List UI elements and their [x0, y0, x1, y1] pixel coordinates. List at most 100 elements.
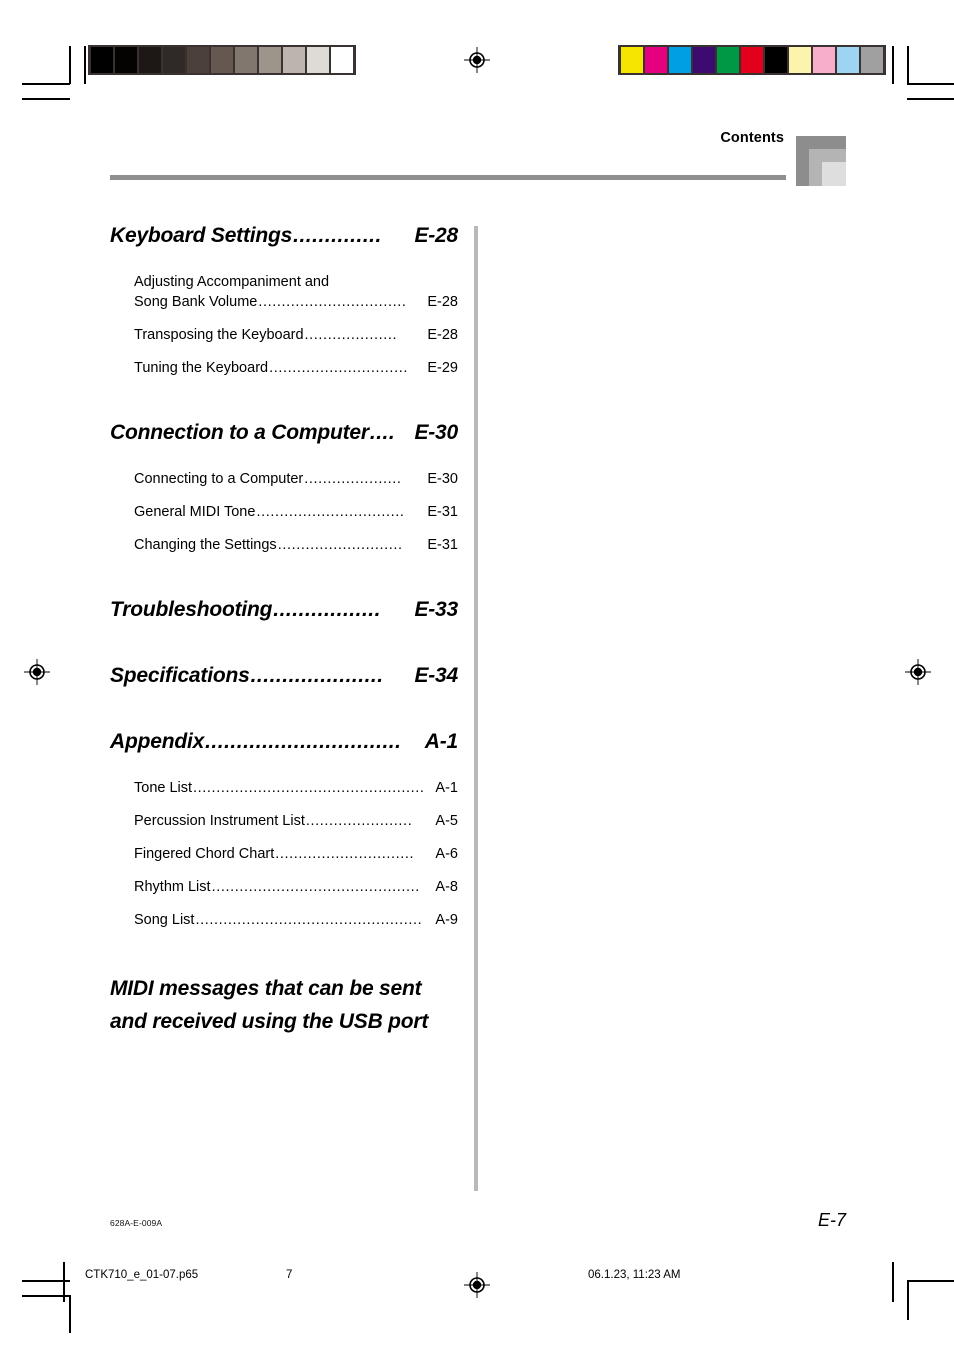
toc-section-leader: ................. [273, 598, 381, 621]
toc-item-4-1[interactable]: Percussion Instrument List .............… [110, 813, 458, 829]
logo-square-inner [822, 162, 846, 186]
toc-section-page: E-30 [414, 421, 458, 444]
toc-item-label-line1: Adjusting Accompaniment and [134, 274, 330, 290]
document-page: Contents Keyboard Settings..............… [0, 0, 954, 1351]
toc-item-1-1[interactable]: General MIDI Tone ......................… [110, 504, 458, 520]
toc-item-4-4[interactable]: Song List ..............................… [110, 912, 458, 928]
page-number-label: E-7 [817, 1210, 846, 1230]
color-swatch-4 [717, 47, 739, 73]
column-divider [474, 226, 478, 1191]
toc-section-label: Appendix [110, 730, 205, 753]
toc-item-1-0[interactable]: Connecting to a Computer ...............… [110, 471, 458, 487]
toc-item-leader: .............................. [275, 846, 415, 862]
toc-item-4-3[interactable]: Rhythm List ............................… [110, 879, 458, 895]
print-strip-timestamp: 06.1.23, 11:23 AM [588, 1269, 681, 1281]
toc-final-heading-line1: MIDI messages that can be sent [110, 977, 422, 1000]
grayscale-swatch-8 [283, 47, 305, 73]
toc-final-heading[interactable]: MIDI messages that can be sent and receiv… [110, 973, 458, 1038]
color-swatch-8 [813, 47, 835, 73]
section-items-spacer [110, 459, 458, 471]
toc-section-leader: ............................... [205, 730, 402, 753]
toc-item-0-0[interactable]: Song Bank Volume .......................… [110, 294, 458, 310]
toc-item-label: General MIDI Tone [134, 504, 256, 520]
color-swatch-5 [741, 47, 763, 73]
toc-item-1-2[interactable]: Changing the Settings ..................… [110, 537, 458, 553]
toc-section-label: Keyboard Settings [110, 224, 293, 247]
grayscale-swatch-0 [91, 47, 113, 73]
crop-mark-top-left-bleed-vertical [84, 46, 86, 84]
section-items-spacer [110, 768, 458, 780]
color-swatch-6 [765, 47, 787, 73]
toc-section-3[interactable]: Specifications..................... E-34 [110, 664, 458, 688]
table-of-contents: Keyboard Settings.............. E-28 Adjus… [110, 224, 458, 1038]
toc-section-page: A-1 [424, 730, 458, 753]
grayscale-swatch-9 [307, 47, 329, 73]
toc-item-label: Tuning the Keyboard [134, 360, 269, 376]
toc-item-page: E-30 [427, 471, 458, 487]
grayscale-swatch-5 [211, 47, 233, 73]
toc-item-page: E-28 [427, 327, 458, 343]
color-swatch-10 [861, 47, 883, 73]
page-title: Contents [720, 130, 784, 146]
toc-item-0-2[interactable]: Tuning the Keyboard ....................… [110, 360, 458, 376]
grayscale-swatch-3 [163, 47, 185, 73]
grayscale-swatch-4 [187, 47, 209, 73]
toc-section-0[interactable]: Keyboard Settings.............. E-28 [110, 224, 458, 248]
color-swatch-2 [669, 47, 691, 73]
color-swatch-7 [789, 47, 811, 73]
toc-section-page: E-33 [414, 598, 458, 621]
toc-section-4[interactable]: Appendix............................... A… [110, 730, 458, 754]
grayscale-swatch-10 [331, 47, 353, 73]
toc-item-label: Transposing the Keyboard [134, 327, 304, 343]
color-swatch-1 [645, 47, 667, 73]
toc-section-page: E-34 [414, 664, 458, 687]
toc-item-page: A-9 [435, 912, 458, 928]
toc-item-page: E-31 [427, 504, 458, 520]
grayscale-swatch-1 [115, 47, 137, 73]
crop-mark-top-right-bleed [907, 98, 954, 100]
toc-item-label: Changing the Settings [134, 537, 277, 553]
registration-mark-right-center [905, 659, 931, 685]
color-swatch-0 [621, 47, 643, 73]
crop-mark-bottom-left-vertical [69, 1295, 71, 1333]
toc-item-page: A-1 [435, 780, 458, 796]
final-heading-spacer [110, 945, 458, 973]
registration-mark-top-center [464, 47, 490, 73]
toc-section-1[interactable]: Connection to a Computer.... E-30 [110, 421, 458, 445]
toc-item-4-2[interactable]: Fingered Chord Chart ...................… [110, 846, 458, 862]
grayscale-swatch-7 [259, 47, 281, 73]
toc-item-label: Song List [134, 912, 195, 928]
crop-mark-top-right-vertical [907, 46, 909, 84]
toc-section-leader: ..................... [250, 664, 384, 687]
toc-item-4-0[interactable]: Tone List ..............................… [110, 780, 458, 796]
document-code: 628A-E-009A [110, 1218, 163, 1228]
color-calibration-bar [618, 45, 886, 75]
toc-item-0-1[interactable]: Transposing the Keyboard ...............… [110, 327, 458, 343]
toc-item-leader: ....................... [305, 813, 413, 829]
crop-mark-top-left-horizontal [22, 83, 70, 85]
header-divider [110, 175, 786, 180]
registration-mark-bottom-center [464, 1272, 490, 1298]
crop-mark-bottom-right-vertical [907, 1280, 909, 1320]
toc-item-leader: .............................. [269, 360, 408, 376]
registration-mark-left-center [24, 659, 50, 685]
grayscale-calibration-bar [88, 45, 356, 75]
section-items-spacer [110, 262, 458, 274]
nested-squares-logo-icon [796, 136, 846, 186]
crop-mark-top-left-bleed [22, 98, 70, 100]
toc-item-page: A-6 [435, 846, 458, 862]
crop-mark-top-right-bleed-vertical [892, 46, 894, 84]
toc-section-2[interactable]: Troubleshooting................. E-33 [110, 598, 458, 622]
toc-section-leader: .... [369, 421, 396, 444]
toc-item-page: A-8 [435, 879, 458, 895]
toc-item-leader: ..................... [304, 471, 402, 487]
toc-item-page: E-28 [427, 294, 458, 310]
toc-item-leader: .................... [304, 327, 398, 343]
toc-section-label: Connection to a Computer [110, 421, 369, 444]
grayscale-swatch-6 [235, 47, 257, 73]
crop-mark-bottom-right-bleed-vertical [892, 1262, 894, 1302]
crop-mark-top-left-vertical [69, 46, 71, 84]
